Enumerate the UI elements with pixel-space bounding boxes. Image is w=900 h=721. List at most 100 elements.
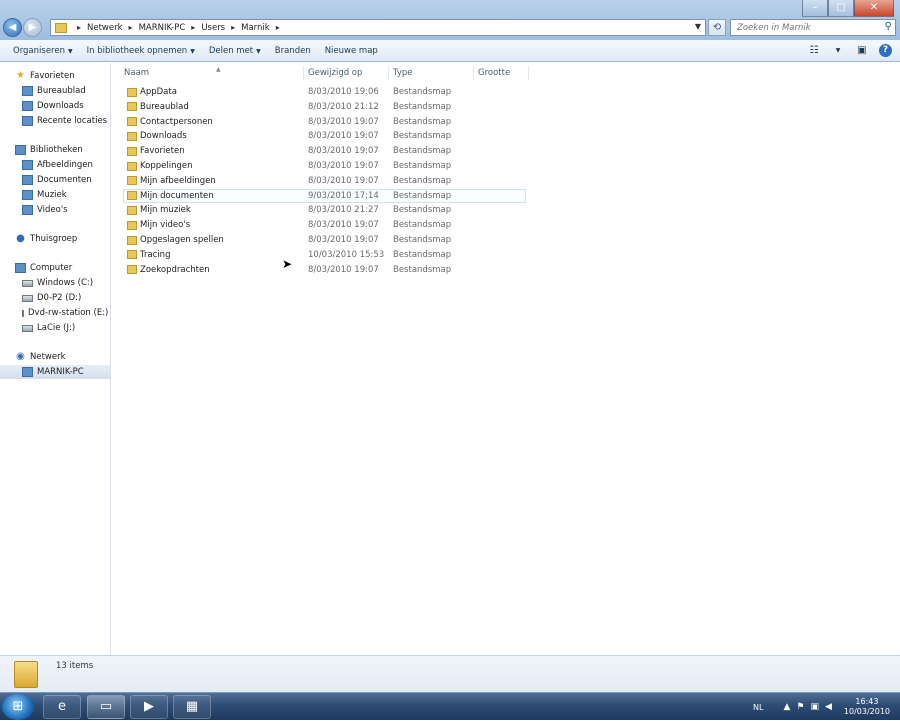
refresh-button[interactable]: ⟲ [708,19,726,36]
file-row[interactable]: Zoekopdrachten 8/03/2010 19:07 Bestandsmap [123,263,526,277]
nav-libraries[interactable]: Bibliotheken [0,143,110,157]
command-bar: Organiseren ▼ In bibliotheek opnemen ▼ Del… [0,40,900,62]
nav-item-drive-e[interactable]: Dvd-rw-station (E:) ( [0,306,110,320]
forward-button[interactable]: ▶ [23,18,42,37]
search-icon[interactable]: ⚲ [885,21,892,32]
column-header-type[interactable]: Type [389,66,474,80]
nav-item-videos[interactable]: Video's [0,203,110,217]
desktop-icon [22,86,33,96]
volume-icon[interactable]: ◀ [825,702,832,712]
breadcrumb-users[interactable]: Users [201,23,225,33]
include-in-library-menu[interactable]: In bibliotheek opnemen ▼ [80,46,202,56]
nav-item-recent-places[interactable]: Recente locaties [0,114,110,128]
calculator-icon[interactable]: ▦ [173,695,211,719]
nav-homegroup[interactable]: ● Thuisgroep [0,232,110,246]
flag-icon[interactable]: ⚑ [796,702,804,712]
new-folder-button[interactable]: Nieuwe map [318,46,385,56]
file-row[interactable]: Mijn documenten 9/03/2010 17:14 Bestandsma… [123,188,526,203]
explorer-icon[interactable]: ▭ [87,695,125,719]
file-row[interactable]: Mijn afbeeldingen 8/03/2010 19:07 Bestands… [123,174,526,188]
file-date: 8/03/2010 19:07 [308,235,379,245]
nav-item-drive-j[interactable]: LaCie (J:) [0,321,110,335]
breadcrumb-marnik-pc[interactable]: MARNIK-PC [139,23,186,33]
file-row[interactable]: Tracing 10/03/2010 15:53 Bestandsmap [123,248,526,262]
nav-item-drive-c[interactable]: Windows (C:) [0,276,110,290]
internet-explorer-icon[interactable]: e [43,695,81,719]
breadcrumb-separator[interactable]: ▸ [231,23,235,32]
view-options-icon[interactable]: ☷ [807,45,821,56]
network-tray-icon[interactable]: ▣ [810,702,819,712]
drive-icon [22,324,33,332]
breadcrumb-netwerk[interactable]: Netwerk [87,23,123,33]
close-button[interactable]: ✕ [854,0,894,17]
minimize-button[interactable]: – [802,0,828,17]
view-dropdown-icon[interactable]: ▼ [831,45,845,56]
file-row[interactable]: Opgeslagen spellen 8/03/2010 19:07 Bestand… [123,233,526,247]
nav-item-marnik-pc[interactable]: MARNIK-PC [0,365,110,379]
organize-menu[interactable]: Organiseren ▼ [6,46,80,56]
file-date: 8/03/2010 19:07 [308,264,379,275]
file-row[interactable]: Bureaublad 8/03/2010 21:12 Bestandsmap [123,100,526,114]
nav-favorites[interactable]: ★ Favorieten [0,69,110,83]
breadcrumb-marnik[interactable]: Marnik [241,23,270,33]
preview-pane-icon[interactable]: ▣ [855,45,869,56]
documents-icon [22,175,33,185]
file-row[interactable]: Koppelingen 8/03/2010 19:07 Bestandsmap [123,159,526,173]
file-name: Mijn muziek [140,205,191,216]
folder-icon [127,205,137,215]
file-date: 8/03/2010 21:12 [308,101,379,112]
breadcrumb-separator[interactable]: ▸ [77,23,81,32]
folder-icon [127,220,137,230]
column-header-modified[interactable]: Gewijzigd op [304,66,389,80]
file-name: Mijn afbeeldingen [140,175,216,186]
column-header-size[interactable]: Grootte [474,66,529,80]
language-indicator[interactable]: NL [753,703,763,712]
libraries-icon [15,145,26,155]
file-row[interactable]: Mijn muziek 8/03/2010 21:27 Bestandsmap [123,203,526,217]
file-row[interactable]: Contactpersonen 8/03/2010 19:07 Bestandsma… [123,115,526,129]
column-header-name[interactable]: Naam ▲ [120,66,304,80]
nav-item-documents[interactable]: Documenten [0,173,110,187]
file-row[interactable]: Downloads 8/03/2010 19:07 Bestandsmap [123,129,526,143]
back-button[interactable]: ◀ [3,18,22,37]
burn-button[interactable]: Branden [268,46,318,56]
breadcrumb-separator[interactable]: ▸ [129,23,133,32]
file-date: 9/03/2010 17:14 [308,190,379,201]
search-input[interactable] [735,20,875,35]
nav-network[interactable]: ◉ Netwerk [0,350,110,364]
nav-item-downloads[interactable]: Downloads [0,99,110,113]
music-icon [22,190,33,200]
nav-item-pictures[interactable]: Afbeeldingen [0,158,110,172]
address-bar[interactable]: ▸ Netwerk ▸ MARNIK-PC ▸ Users ▸ Marnik ▸… [50,19,706,36]
file-row[interactable]: Mijn video's 8/03/2010 19:07 Bestandsmap [123,218,526,232]
share-with-menu[interactable]: Delen met ▼ [202,46,268,56]
chevron-down-icon: ▼ [190,47,195,55]
nav-computer[interactable]: Computer [0,261,110,275]
help-icon[interactable]: ? [879,44,892,57]
breadcrumb-separator[interactable]: ▸ [191,23,195,32]
start-button[interactable]: ⊞ [2,694,34,720]
nav-label: Netwerk [30,352,66,362]
breadcrumb-separator[interactable]: ▸ [276,23,280,32]
file-row[interactable]: AppData 8/03/2010 19:06 Bestandsmap [123,85,526,99]
title-bar: – □ ✕ ◀ ▶ ▸ Netwerk ▸ MARNIK-PC ▸ Users … [0,0,900,40]
nav-item-drive-d[interactable]: D0-P2 (D:) [0,291,110,305]
nav-label: Recente locaties [37,116,108,126]
file-date: 8/03/2010 19:07 [308,116,379,127]
nav-label: Computer [30,263,73,273]
folder-icon [127,265,137,275]
media-player-icon[interactable]: ▶ [130,695,168,719]
taskbar: ⊞ e ▭ ▶ ▦ NL ▲ ⚑ ▣ ◀ 16:43 10/03/2010 [0,692,900,720]
clock[interactable]: 16:43 10/03/2010 [844,697,890,717]
file-date: 8/03/2010 19:06 [308,87,379,97]
nav-item-music[interactable]: Muziek [0,188,110,202]
maximize-button[interactable]: □ [828,0,854,17]
file-row[interactable]: Favorieten 8/03/2010 19:07 Bestandsmap [123,144,526,158]
system-tray: NL ▲ ⚑ ▣ ◀ 16:43 10/03/2010 [753,693,890,721]
search-box[interactable]: ⚲ [730,19,896,36]
file-type: Bestandsmap [393,87,452,97]
show-hidden-icons-icon[interactable]: ▲ [783,702,790,712]
address-dropdown-icon[interactable]: ▼ [695,22,701,31]
recent-places-icon [22,116,33,126]
nav-item-desktop[interactable]: Bureaublad [0,84,110,98]
